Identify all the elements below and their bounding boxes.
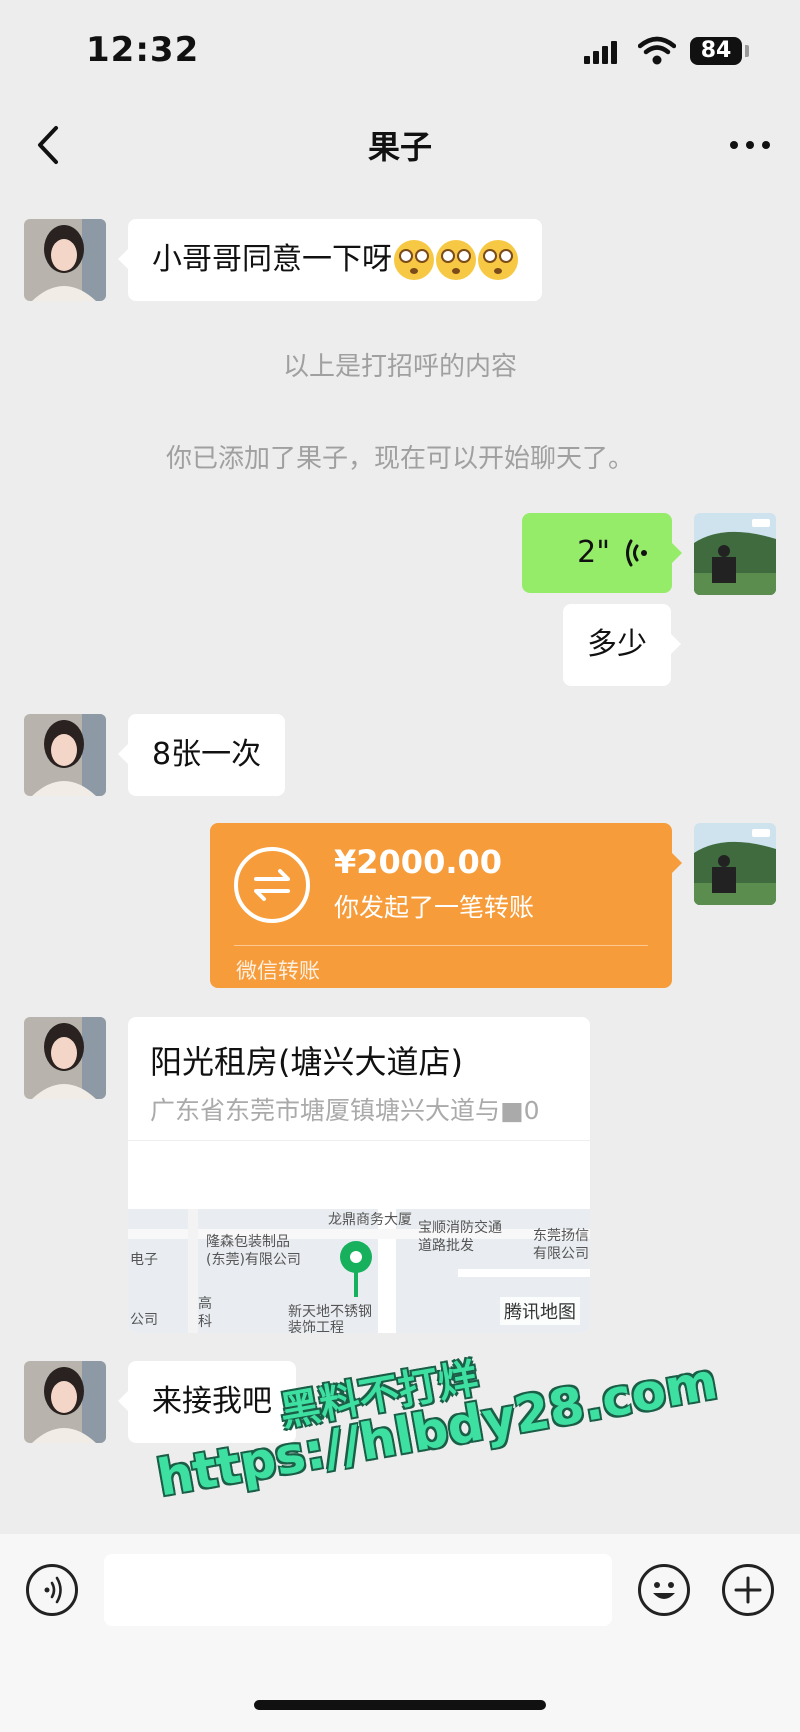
message-text: 多少 (587, 627, 647, 662)
location-card[interactable]: 阳光租房(塘兴大道店) 广东省东莞市塘厦镇塘兴大道与■0 龙鼎商务大厦 宝顺消防… (128, 1017, 590, 1333)
map-label: 有限公司 (533, 1246, 589, 1262)
location-map[interactable]: 龙鼎商务大厦 宝顺消防交通 道路批发 东莞扬信 有限公司 隆森包装制品 (东莞)… (128, 1209, 590, 1333)
transfer-description: 你发起了一笔转账 (334, 893, 535, 922)
message-bubble[interactable]: 8张一次 (117, 714, 286, 796)
map-label: 科 (198, 1314, 212, 1330)
voice-message-bubble[interactable]: 2" (522, 513, 682, 593)
message-text: 来接我吧 (152, 1384, 272, 1419)
message-bubble[interactable]: 多少 (563, 604, 681, 686)
message-bubble[interactable]: 小哥哥同意一下呀 (118, 219, 542, 301)
map-label: 道路批发 (418, 1238, 474, 1254)
location-name: 阳光租房(塘兴大道店) (150, 1043, 463, 1081)
map-label: 公司 (130, 1312, 158, 1328)
home-indicator (254, 1700, 546, 1710)
more-horizontal-icon[interactable] (728, 122, 772, 168)
flushed-face-emoji-icon (394, 240, 434, 280)
avatar-self[interactable] (694, 823, 776, 905)
battery-indicator: 84 (690, 37, 742, 65)
transfer-exchange-icon (234, 847, 310, 923)
map-label: 隆森包装制品 (206, 1234, 290, 1250)
map-label: 装饰工程 (288, 1320, 344, 1333)
map-pin-icon (340, 1241, 372, 1297)
message-text: 小哥哥同意一下呀 (152, 242, 392, 277)
avatar-contact[interactable] (24, 1361, 106, 1443)
status-bar: 12:32 84 (0, 0, 800, 100)
plus-circle-icon[interactable] (722, 1564, 774, 1616)
map-label: 电子 (130, 1252, 158, 1268)
battery-tip (745, 45, 749, 57)
transfer-divider (234, 945, 648, 946)
voice-duration: 2" (577, 535, 610, 570)
wifi-icon (638, 36, 676, 65)
avatar-contact[interactable] (24, 714, 106, 796)
flushed-face-emoji-icon (436, 240, 476, 280)
flushed-face-emoji-icon (478, 240, 518, 280)
message-text: 8张一次 (152, 737, 262, 772)
map-label: 龙鼎商务大厦 (328, 1212, 412, 1228)
location-divider (128, 1140, 590, 1141)
avatar-self[interactable] (694, 513, 776, 595)
chat-title: 果子 (367, 128, 432, 166)
message-input[interactable] (104, 1554, 612, 1626)
system-message: 你已添加了果子，现在可以开始聊天了。 (165, 444, 634, 474)
cellular-signal-icon (584, 41, 617, 64)
avatar-contact[interactable] (24, 1017, 106, 1099)
chat-header: 果子 (0, 100, 800, 190)
map-label: 宝顺消防交通 (418, 1220, 502, 1236)
transfer-footer: 微信转账 (236, 959, 320, 983)
map-label: (东莞)有限公司 (206, 1252, 301, 1268)
voice-icon[interactable] (26, 1564, 78, 1616)
smile-icon[interactable] (638, 1564, 690, 1616)
transfer-card[interactable]: ¥2000.00 你发起了一笔转账 微信转账 (210, 823, 682, 988)
system-message: 以上是打招呼的内容 (282, 352, 517, 382)
map-label: 东莞扬信 (533, 1228, 589, 1244)
avatar-contact[interactable] (24, 219, 106, 301)
map-label: 高 (198, 1296, 212, 1312)
transfer-amount: ¥2000.00 (334, 843, 503, 881)
map-provider-logo: 腾讯地图 (500, 1297, 580, 1325)
status-time: 12:32 (86, 30, 200, 70)
voice-wave-icon (626, 539, 647, 567)
location-address: 广东省东莞市塘厦镇塘兴大道与■0 (150, 1096, 540, 1125)
